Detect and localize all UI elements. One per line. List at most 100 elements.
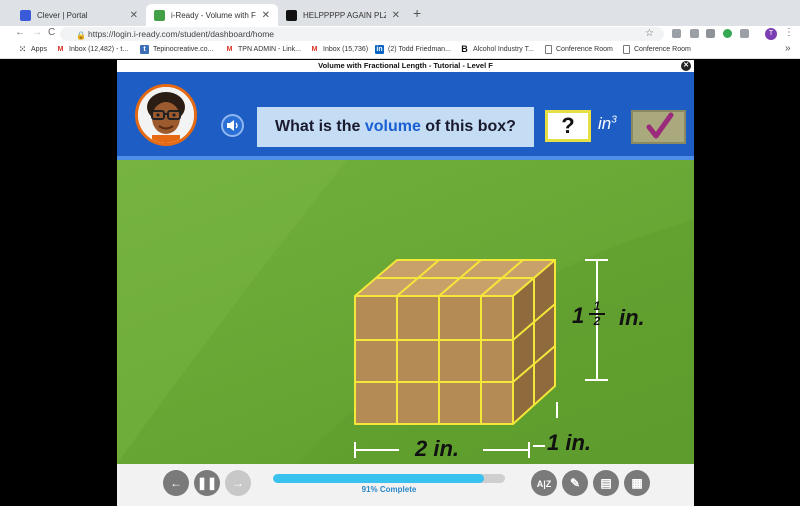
question-bar: What is the volume of this box? ? in3 [117,72,694,164]
brainly-icon [286,9,297,21]
extension-icon[interactable] [740,29,749,38]
calculator-button[interactable]: ▦ [624,470,650,496]
pause-button[interactable]: ❚❚ [194,470,220,496]
back-arrow-icon[interactable]: ← [15,27,25,38]
extension-icon[interactable] [672,29,681,38]
tab-iready[interactable]: i-Ready - Volume with Fraction ✕ [146,4,278,26]
reload-icon[interactable]: C [48,27,55,38]
notepad-icon: ▤ [600,476,612,490]
progress-fill [273,474,485,483]
unit-cube-box [354,259,556,425]
url-text: https://login.i-ready.com/student/dashbo… [88,29,275,39]
close-tab-icon[interactable]: ✕ [130,10,138,21]
extension-icon[interactable] [706,29,715,38]
question-suffix: of this box? [420,118,516,135]
bookmark-alcohol-industry[interactable]: B Alcohol Industry T... [460,45,534,54]
height-denominator: 2 [589,313,605,328]
apps-grid-icon: ⁙ [18,44,27,54]
profile-avatar[interactable]: T [765,28,777,40]
pause-icon: ❚❚ [196,476,218,490]
submit-check-button[interactable] [631,110,686,144]
glossary-button[interactable]: A|Z [531,470,557,496]
more-bookmarks-icon[interactable]: » [785,43,791,54]
lesson-title: Volume with Fractional Length - Tutorial… [318,61,493,70]
tab-title: Clever | Portal [37,10,88,20]
bookmark-conference-room-1[interactable]: Conference Room [545,45,613,54]
close-tab-icon[interactable]: ✕ [392,10,400,21]
menu-kebab-icon[interactable]: ⋮ [784,27,794,38]
extension-icon[interactable] [690,29,699,38]
bookmark-label: TPN ADMIN - Link... [238,46,302,53]
new-tab-button[interactable]: + [413,5,421,21]
doc-icon [623,45,630,54]
left-arrow-icon: ← [170,476,182,490]
lesson-footer: ← ❚❚ → 91% Complete A|Z ✎ ▤ ▦ [117,464,694,506]
page-viewport: Volume with Fractional Length - Tutorial… [0,60,800,506]
bookmark-label: Inbox (12,482) - t... [69,46,129,53]
tutor-avatar [135,84,197,146]
bookmark-star-icon[interactable]: ☆ [645,27,654,41]
bookmark-apps[interactable]: ⁙ Apps [18,45,47,54]
clever-icon [20,9,31,21]
pencil-button[interactable]: ✎ [562,470,588,496]
question-prefix: What is the [275,118,365,135]
checkmark-icon [646,112,674,139]
gmail-icon: M [56,45,65,54]
right-arrow-icon: → [232,476,244,490]
lock-icon: 🔒 [76,31,86,40]
question-text: What is the volume of this box? [257,107,534,147]
doc-icon [545,45,552,54]
url-field[interactable]: 🔒 https://login.i-ready.com/student/dash… [60,27,664,41]
bookmark-label: Inbox (15,736) [323,46,369,53]
bookmark-linkedin[interactable]: in (2) Todd Friedman... [375,45,451,54]
gmail-icon: M [225,45,234,54]
linkedin-icon: in [375,45,384,54]
bookmark-tpn-admin[interactable]: M TPN ADMIN - Link... [225,45,301,54]
height-fraction: 1 2 [589,300,605,328]
bookmark-conference-room-2[interactable]: Conference Room [623,45,691,54]
height-numerator: 1 [593,299,601,313]
next-button[interactable]: → [225,470,251,496]
tab-brainly[interactable]: HELPPPPP AGAIN PLZZZ!!!! :) ✕ [278,4,408,26]
box-diagram [117,160,694,464]
unit-exponent: 3 [611,114,617,126]
unit-base: in [598,114,612,133]
grammarly-icon[interactable] [723,29,732,38]
bookmark-label: Tepinocreative.co... [153,46,214,53]
answer-input[interactable]: ? [545,110,591,142]
answer-unit: in3 [598,114,617,134]
bookmark-label: Apps [31,46,47,53]
height-unit-label: in. [619,305,645,330]
previous-button[interactable]: ← [163,470,189,496]
depth-label: 1 in. [547,430,592,455]
bookmark-label: (2) Todd Friedman... [388,46,451,53]
notepad-button[interactable]: ▤ [593,470,619,496]
bookmark-tepinocreative[interactable]: t Tepinocreative.co... [140,45,213,54]
height-label: 1 [572,303,584,329]
tutor-face-icon [138,87,194,143]
forward-arrow-icon[interactable]: → [32,27,42,38]
bookmark-label: Conference Room [634,46,691,53]
b-icon: B [460,44,469,54]
browser-tab-strip: Clever | Portal ✕ i-Ready - Volume with … [0,0,800,26]
speaker-icon [227,120,238,131]
close-tab-icon[interactable]: ✕ [262,10,270,21]
question-keyword: volume [364,118,421,135]
bookmark-inbox-2[interactable]: M Inbox (15,736) [310,45,368,54]
site-icon: t [140,45,149,54]
gmail-icon: M [310,45,319,54]
pencil-icon: ✎ [569,476,581,490]
bookmarks-bar: ⁙ Apps M Inbox (12,482) - t... t Tepinoc… [0,42,800,59]
progress-bar [273,474,505,483]
lesson-scene: 1 1 2 in. 2 in. 1 in. [117,160,694,464]
progress-label: 91% Complete [361,485,417,494]
height-whole: 1 [572,303,585,328]
audio-button[interactable] [221,114,244,137]
calculator-icon: ▦ [631,476,643,490]
lesson-title-bar: Volume with Fractional Length - Tutorial… [117,60,694,72]
glossary-icon: A|Z [536,479,552,489]
close-lesson-icon[interactable]: ✕ [681,61,691,71]
bookmark-inbox-1[interactable]: M Inbox (12,482) - t... [56,45,128,54]
tab-title: i-Ready - Volume with Fraction [171,10,256,20]
tab-clever[interactable]: Clever | Portal ✕ [12,4,146,26]
